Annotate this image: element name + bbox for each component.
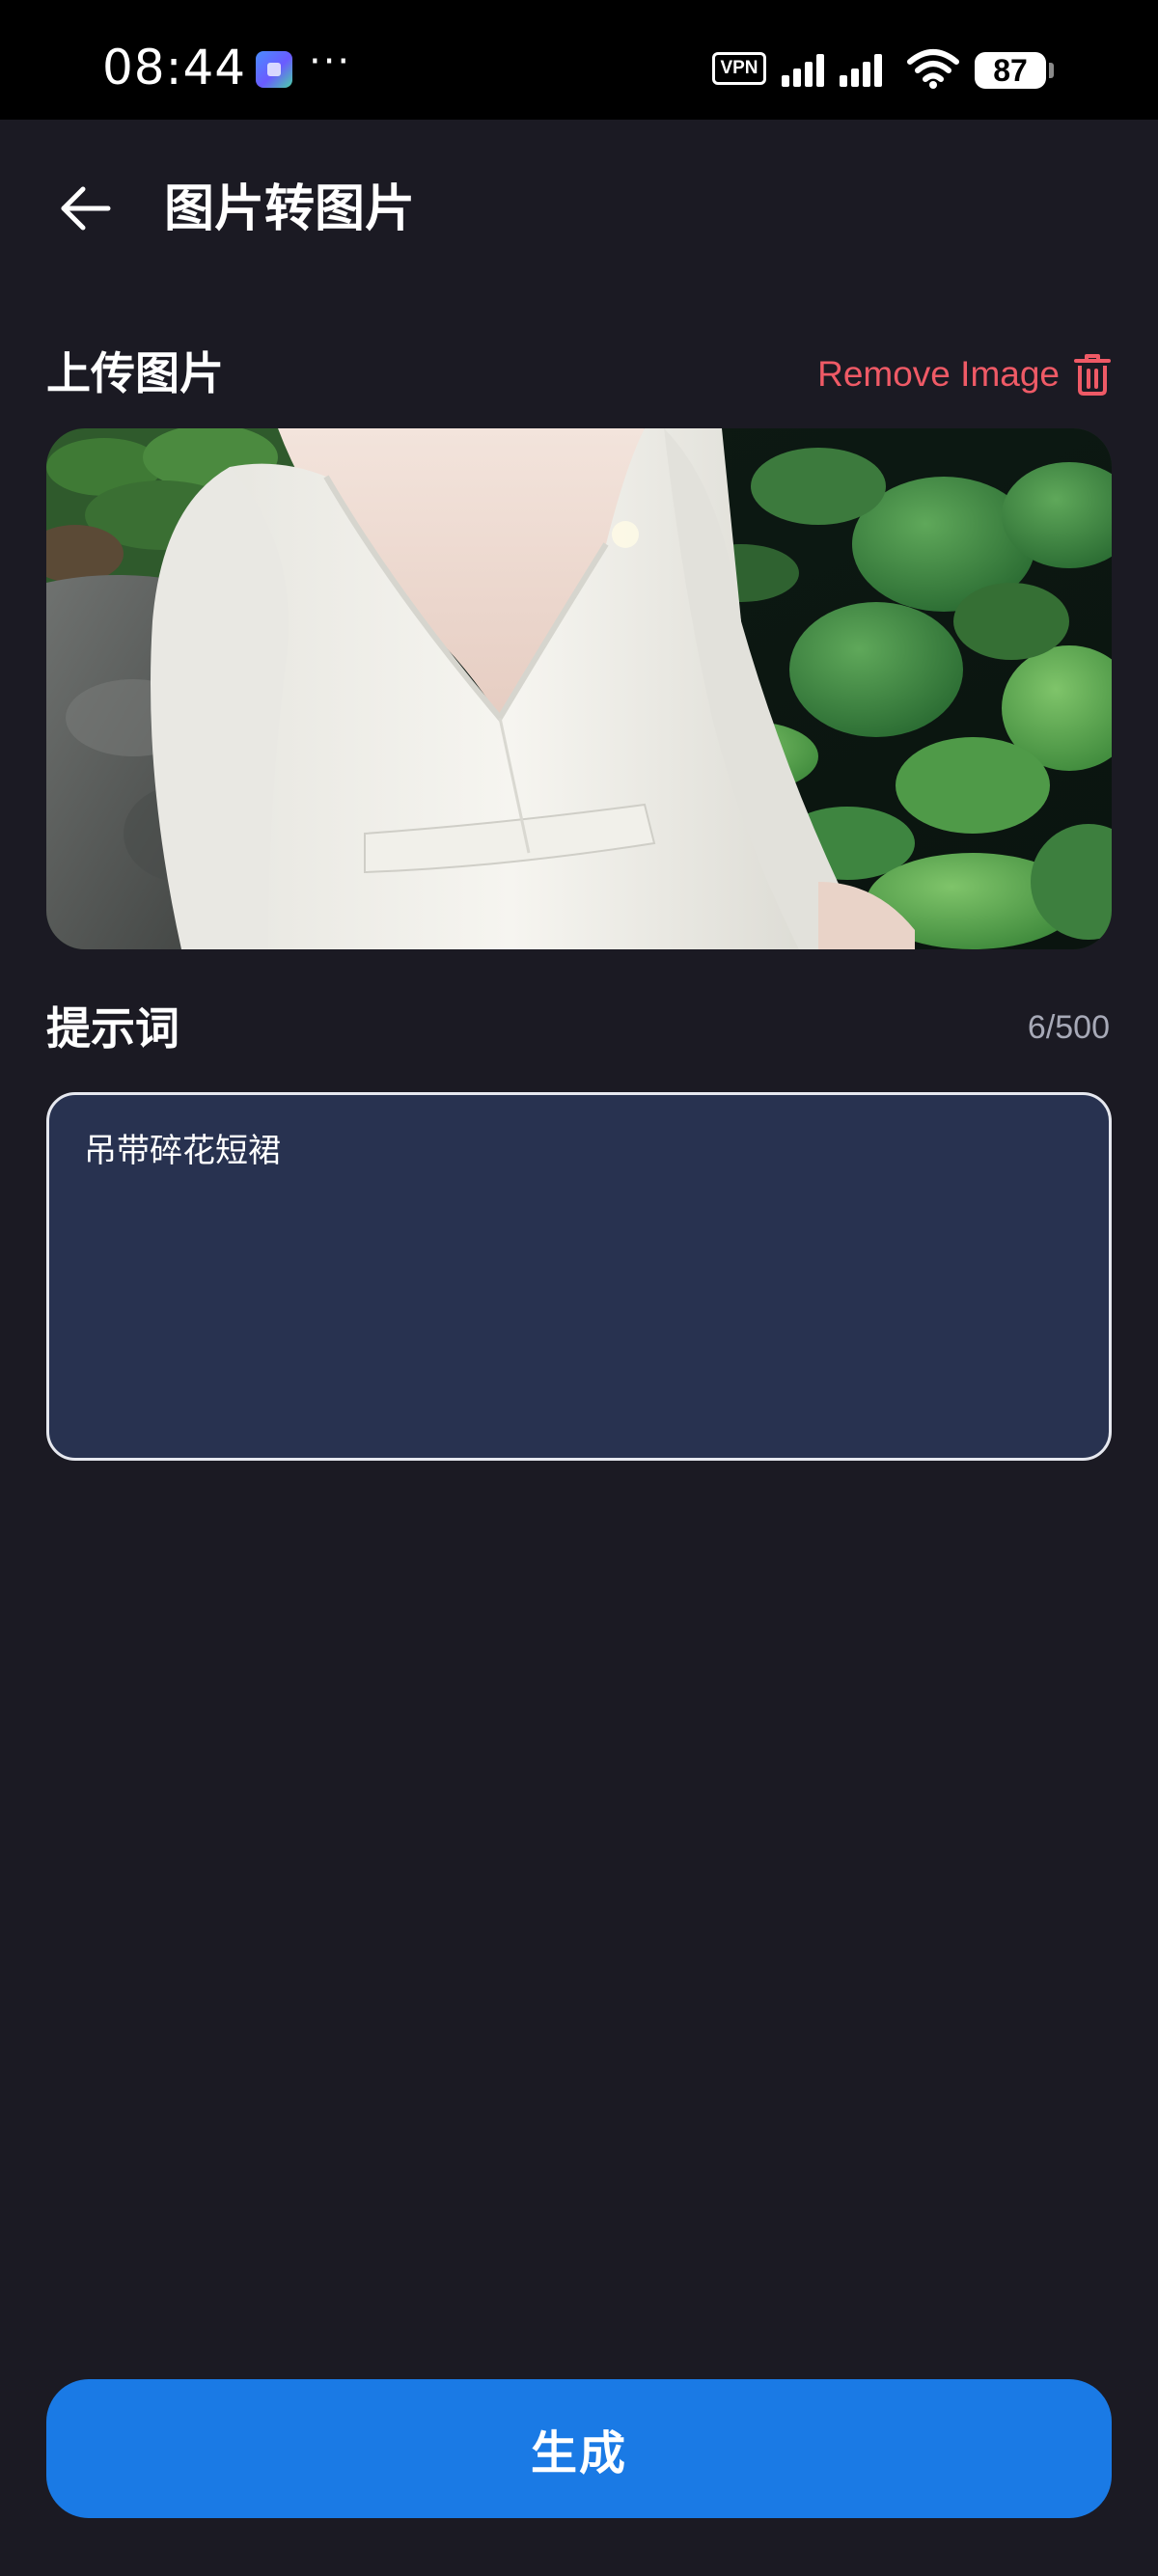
status-bar: 08:44 ··· VPN 87: [0, 0, 1158, 120]
page-title: 图片转图片: [164, 180, 416, 238]
status-time: 08:44: [102, 40, 247, 96]
signal-icon: [782, 54, 824, 87]
generate-button[interactable]: 生成: [46, 2379, 1112, 2518]
back-button[interactable]: [50, 174, 120, 243]
trash-icon: [1074, 354, 1111, 396]
uploaded-image[interactable]: [46, 428, 1112, 949]
app-notification-icon: [256, 51, 292, 88]
wifi-icon: [907, 49, 959, 89]
battery-icon: 87: [975, 52, 1046, 89]
remove-image-label: Remove Image: [817, 354, 1060, 394]
more-notifications-indicator: ···: [309, 40, 352, 84]
vpn-icon: VPN: [712, 52, 766, 85]
image-to-image-screen: 08:44 ··· VPN 87 图片转图片 上传图片 Remove Image…: [0, 0, 1158, 2576]
remove-image-button[interactable]: Remove Image: [817, 347, 1112, 401]
prompt-textarea[interactable]: 吊带碎花短裙: [46, 1092, 1112, 1461]
upload-section-label: 上传图片: [46, 347, 224, 399]
character-counter: 6/500: [1027, 1009, 1110, 1046]
prompt-section-label: 提示词: [46, 1002, 179, 1055]
uploaded-photo: [46, 428, 1112, 949]
battery-cap: [1049, 63, 1054, 78]
arrow-left-icon: [61, 186, 111, 231]
signal-icon: [840, 54, 882, 87]
